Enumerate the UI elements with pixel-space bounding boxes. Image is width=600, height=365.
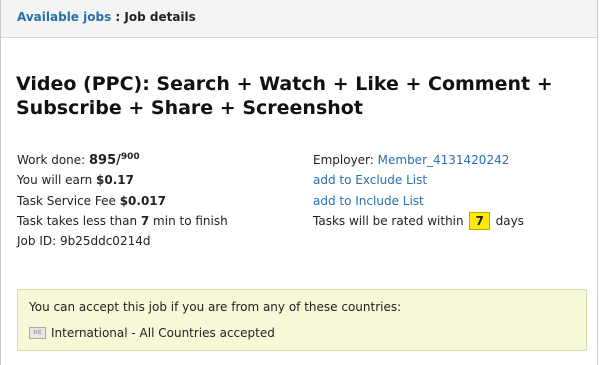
breadcrumb-bar: Available jobs : Job details <box>1 0 597 38</box>
job-details: Work done: 895/900 You will earn $0.17 T… <box>17 150 228 251</box>
work-done-value: 895 <box>89 153 117 168</box>
employer-label: Employer: <box>313 153 378 167</box>
include-row: add to Include List <box>313 191 524 211</box>
service-fee-value: $0.017 <box>119 193 167 208</box>
employer-details: Employer: Member_4131420242 add to Exclu… <box>313 150 524 231</box>
international-flag-icon: Int <box>29 327 46 339</box>
service-fee-row: Task Service Fee $0.017 <box>17 191 228 211</box>
country-item: Int International - All Countries accept… <box>29 326 275 340</box>
time-prefix: Task takes less than <box>17 213 141 228</box>
time-value: 7 <box>140 213 150 228</box>
earn-row: You will earn $0.17 <box>17 170 228 190</box>
rating-prefix: Tasks will be rated within <box>313 213 468 228</box>
exclude-row: add to Exclude List <box>313 170 524 190</box>
rating-suffix: days <box>491 213 524 228</box>
time-suffix: min to finish <box>149 213 228 228</box>
country-label: International - All Countries accepted <box>51 326 275 340</box>
breadcrumb: Available jobs : Job details <box>17 10 196 24</box>
earn-value: $0.17 <box>96 173 134 188</box>
employer-row: Employer: Member_4131420242 <box>313 150 524 170</box>
work-done-row: Work done: 895/900 <box>17 150 228 170</box>
job-title: Video (PPC): Search + Watch + Like + Com… <box>16 73 553 119</box>
breadcrumb-available-jobs-link[interactable]: Available jobs <box>17 10 111 24</box>
time-row: Task takes less than 7 min to finish <box>17 211 228 231</box>
service-fee-label: Task Service Fee <box>17 193 120 208</box>
job-id-label: Job ID: <box>17 234 60 249</box>
work-total: 900 <box>120 152 140 162</box>
countries-panel: You can accept this job if you are from … <box>17 289 587 351</box>
work-done-label: Work done: <box>17 153 90 167</box>
job-id-row: Job ID: 9b25ddc0214d <box>17 231 228 251</box>
employer-link[interactable]: Member_4131420242 <box>378 153 510 167</box>
rating-days-badge: 7 <box>469 211 490 230</box>
countries-heading: You can accept this job if you are from … <box>29 300 402 314</box>
add-to-include-list-link[interactable]: add to Include List <box>313 194 424 208</box>
add-to-exclude-list-link[interactable]: add to Exclude List <box>313 173 427 187</box>
rating-row: Tasks will be rated within 7 days <box>313 211 524 231</box>
breadcrumb-separator: : <box>111 10 125 24</box>
earn-label: You will earn <box>17 173 97 188</box>
breadcrumb-current: Job details <box>124 10 196 24</box>
job-id-value: 9b25ddc0214d <box>59 234 151 249</box>
